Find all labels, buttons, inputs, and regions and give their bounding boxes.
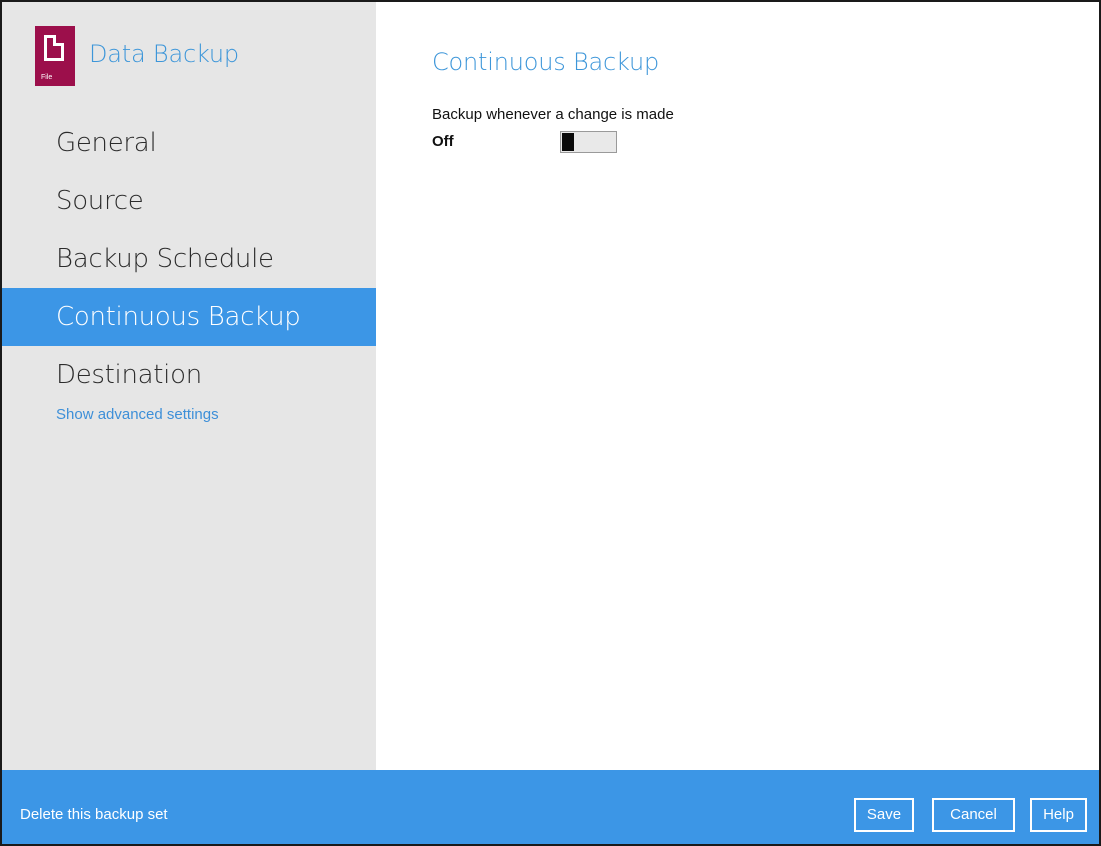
show-advanced-settings-link[interactable]: Show advanced settings [2, 406, 376, 423]
continuous-backup-setting-label: Backup whenever a change is made [432, 106, 674, 123]
toggle-state-label: Off [432, 133, 454, 150]
save-button[interactable]: Save [854, 798, 914, 832]
file-document-icon: File [35, 26, 75, 86]
sidebar-item-general[interactable]: General [2, 114, 376, 172]
document-shape [44, 35, 64, 61]
app-header: File Data Backup [35, 26, 239, 86]
sidebar-item-backup-schedule[interactable]: Backup Schedule [2, 230, 376, 288]
footer-bar: Delete this backup set Save Cancel Help [2, 770, 1099, 844]
sidebar-item-source[interactable]: Source [2, 172, 376, 230]
page-title: Continuous Backup [432, 48, 660, 76]
continuous-backup-toggle[interactable] [560, 131, 617, 153]
sidebar-nav: General Source Backup Schedule Continuou… [2, 114, 376, 423]
file-icon-tag: File [41, 74, 53, 81]
sidebar: File Data Backup General Source Backup S… [2, 2, 376, 770]
backup-settings-window: File Data Backup General Source Backup S… [0, 0, 1101, 846]
app-title: Data Backup [89, 40, 239, 68]
toggle-knob [562, 133, 574, 151]
document-fold [53, 35, 64, 46]
sidebar-item-continuous-backup[interactable]: Continuous Backup [2, 288, 376, 346]
sidebar-item-destination[interactable]: Destination [2, 346, 376, 404]
delete-backup-set-link[interactable]: Delete this backup set [20, 806, 168, 823]
cancel-button[interactable]: Cancel [932, 798, 1015, 832]
main-content: Continuous Backup Backup whenever a chan… [376, 2, 1099, 770]
help-button[interactable]: Help [1030, 798, 1087, 832]
